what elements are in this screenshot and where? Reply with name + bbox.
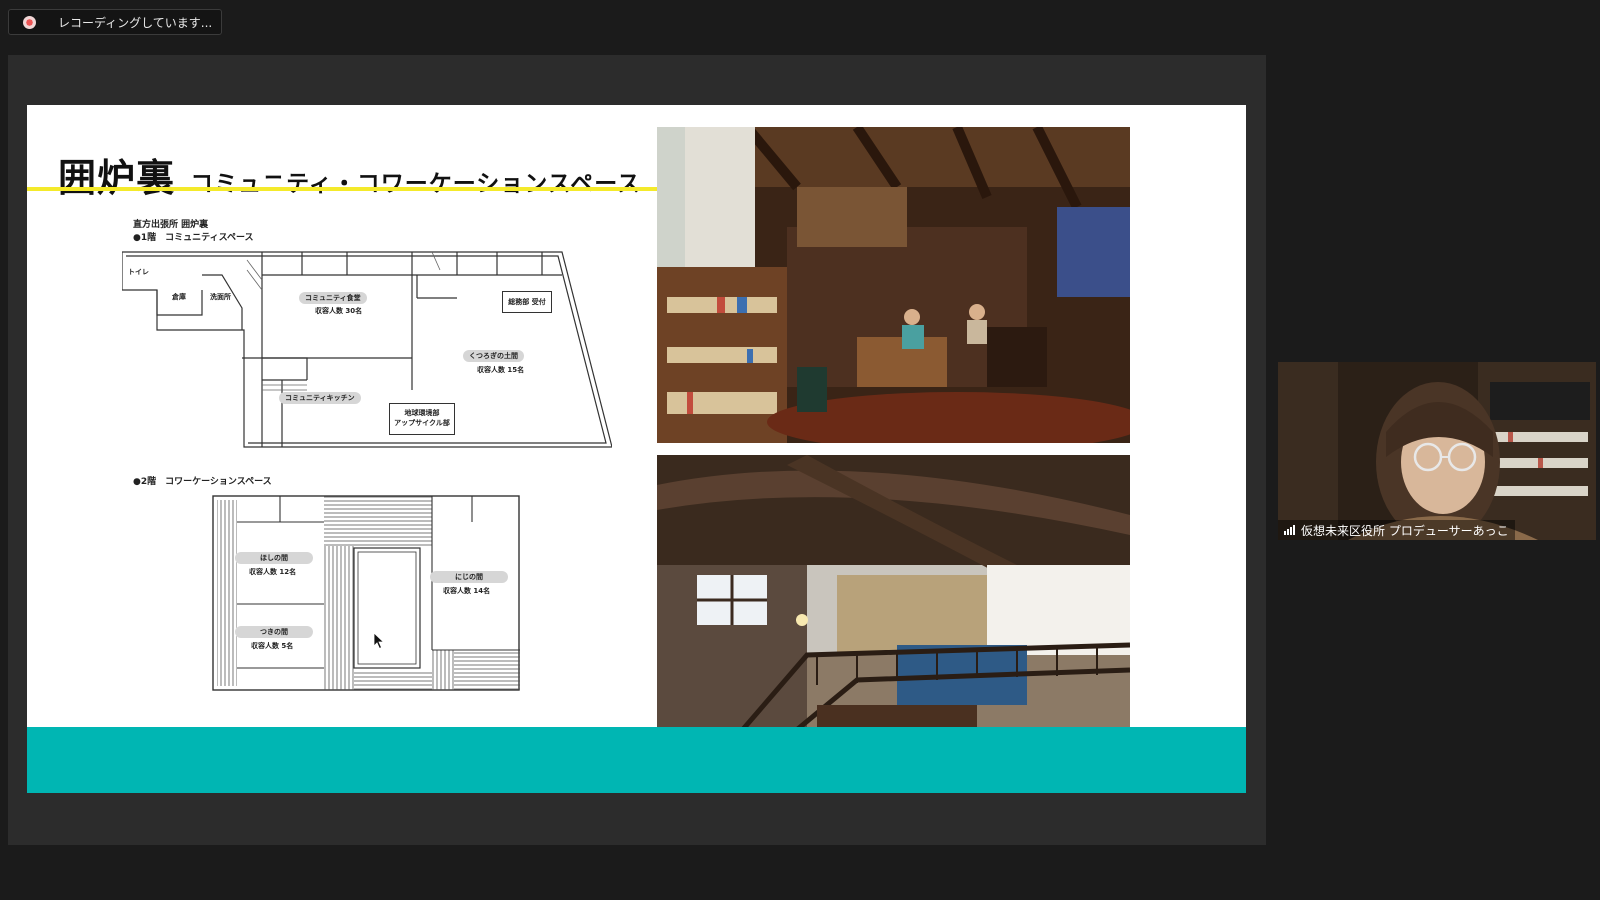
room-dining: コミュニティ食堂 [299,292,367,304]
loft-interior-photo [657,455,1130,771]
participant-video-feed [1278,362,1596,540]
room-hoshi-capacity: 収容人数 12名 [249,568,297,576]
signal-strength-icon [1284,525,1295,535]
floor1-plan [122,251,612,448]
participant-name-bar: 仮想未来区役所 プロデューサーあっこ [1278,520,1515,540]
presentation-slide: 囲炉裏 コミュニティ・コワーケーションスペース 直方出張所 囲炉裏 ●1階 コミ… [27,105,1246,793]
floor2-label: ●2階 コワーケーションスペース [133,477,272,487]
room-doma: くつろぎの土間 [463,350,524,362]
recording-indicator[interactable]: レコーディングしています... [8,9,222,35]
slide-footer-band [27,727,1246,793]
room-reception: 総務部 受付 [502,291,552,313]
room-hoshi: ほしの間 [235,552,313,564]
room-dining-capacity: 収容人数 30名 [315,307,363,315]
cafe-interior-photo [657,127,1130,443]
plan-heading: 直方出張所 囲炉裏 [133,220,209,230]
room-toilet: トイレ [128,268,149,276]
room-niji-capacity: 収容人数 14名 [443,587,491,595]
recording-label: レコーディングしています... [58,15,213,30]
title-underline [27,187,657,191]
room-doma-capacity: 収容人数 15名 [477,366,525,374]
participant-video-tile[interactable]: 仮想未来区役所 プロデューサーあっこ [1278,362,1596,540]
participant-name: 仮想未来区役所 プロデューサーあっこ [1301,523,1509,538]
room-tsuki-capacity: 収容人数 5名 [251,642,294,650]
mouse-cursor-icon [373,632,385,650]
record-icon [23,15,36,29]
room-upcycle: 地球環境部 アップサイクル部 [389,403,455,435]
slide-title: 囲炉裏 コミュニティ・コワーケーションスペース [58,147,641,202]
room-upcycle-line2: アップサイクル部 [394,419,450,427]
slide-title-sub: コミュニティ・コワーケーションスペース [190,171,642,197]
room-upcycle-line1: 地球環境部 [404,409,440,417]
room-tsuki: つきの間 [235,626,313,638]
room-kitchen: コミュニティキッチン [279,392,361,404]
slide-title-main: 囲炉裏 [58,156,176,200]
room-storage: 倉庫 [172,293,186,301]
shared-screen: 囲炉裏 コミュニティ・コワーケーションスペース 直方出張所 囲炉裏 ●1階 コミ… [8,55,1266,845]
room-washroom: 洗面所 [210,293,231,301]
room-niji: にじの間 [430,571,508,583]
